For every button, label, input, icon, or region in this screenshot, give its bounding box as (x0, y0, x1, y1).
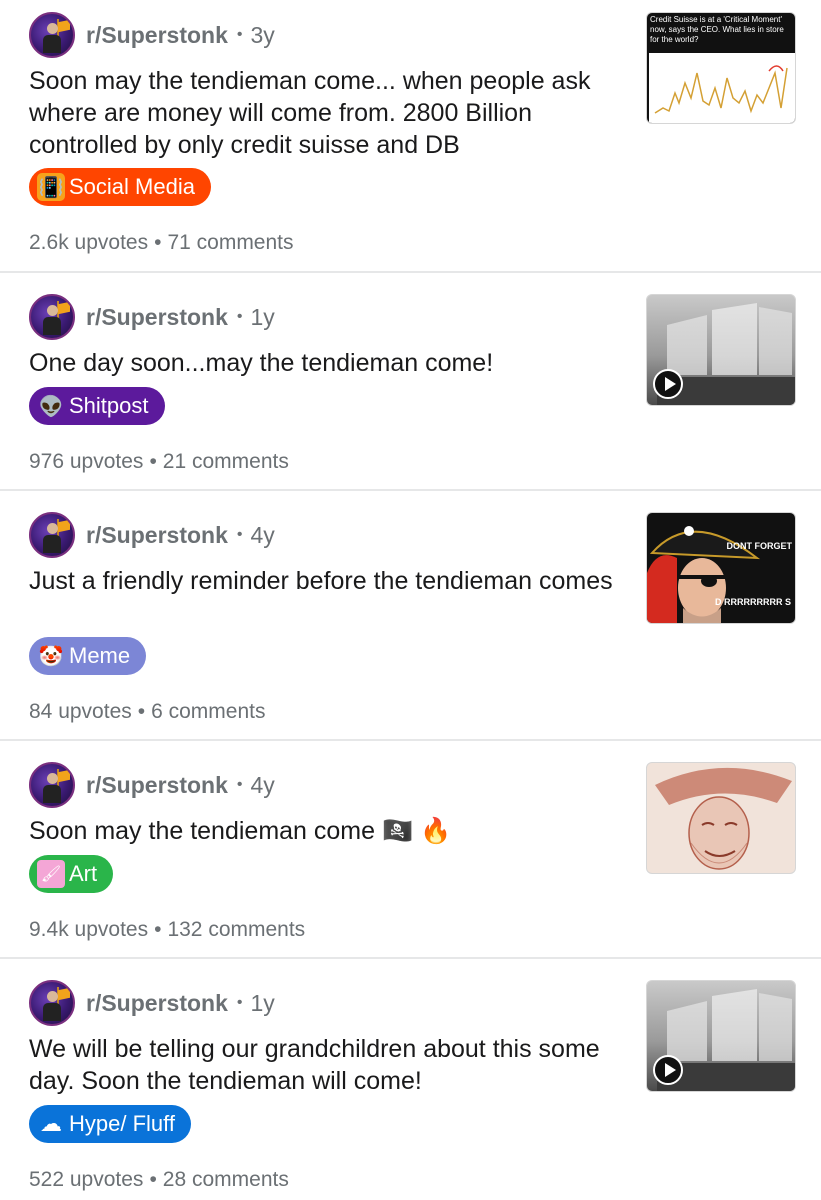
post-title[interactable]: Soon may the tendieman come 🏴‍☠️ 🔥 (29, 815, 614, 847)
alien-icon: 👽 (38, 395, 64, 418)
play-icon[interactable] (653, 369, 683, 399)
meta-separator: • (236, 526, 243, 543)
upvote-count[interactable]: 9.4k upvotes (29, 918, 148, 941)
subreddit-avatar[interactable] (29, 512, 75, 558)
subreddit-avatar[interactable] (29, 12, 75, 58)
stats-separator: • (137, 700, 146, 723)
post-meta: r/Superstonk • 3y (29, 12, 275, 58)
chart-thumbnail-icon (649, 53, 795, 123)
comment-count[interactable]: 21 comments (163, 450, 289, 473)
upvote-count[interactable]: 976 upvotes (29, 450, 143, 473)
clown-face-icon: 🤡 (38, 645, 64, 668)
post-card[interactable]: r/Superstonk • 1y One day soon...may the… (0, 273, 821, 491)
post-flair[interactable]: ☁ Hype/ Fluff (29, 1105, 191, 1143)
pirate-sketch-icon (655, 767, 792, 870)
post-meta: r/Superstonk • 4y (29, 512, 275, 558)
post-age: 1y (250, 303, 275, 330)
comment-count[interactable]: 6 comments (151, 700, 265, 723)
post-card[interactable]: r/Superstonk • 1y We will be telling our… (0, 959, 821, 1200)
post-stats: 84 upvotes • 6 comments (29, 700, 265, 724)
subreddit-avatar[interactable] (29, 980, 75, 1026)
subreddit-name[interactable]: r/Superstonk (86, 772, 228, 799)
paintbrush-icon: 🖌 (37, 860, 65, 888)
post-title[interactable]: One day soon...may the tendieman come! (29, 347, 614, 379)
play-icon[interactable] (653, 1055, 683, 1085)
stats-separator: • (154, 918, 162, 941)
comment-count[interactable]: 71 comments (167, 231, 293, 254)
post-title[interactable]: Soon may the tendieman come... when peop… (29, 65, 614, 161)
post-thumbnail[interactable]: DONT FORGET D RRRRRRRRR S (646, 512, 796, 624)
stats-separator: • (149, 450, 157, 473)
post-age: 3y (250, 21, 275, 48)
post-flair[interactable]: 📳 Social Media (29, 168, 211, 206)
flair-label: Hype/ Fluff (69, 1111, 175, 1136)
meta-separator: • (236, 994, 243, 1011)
thumbnail-caption-bottom: D RRRRRRRRR S (715, 597, 791, 607)
comment-count[interactable]: 28 comments (163, 1168, 289, 1191)
subreddit-name[interactable]: r/Superstonk (86, 990, 228, 1017)
cloud-icon: ☁ (40, 1111, 62, 1136)
stats-separator: • (149, 1168, 157, 1191)
post-flair[interactable]: 🖌 Art (29, 855, 114, 893)
flair-label: Meme (69, 643, 131, 668)
post-card[interactable]: r/Superstonk • 4y Just a friendly remind… (0, 491, 821, 741)
post-feed: r/Superstonk • 3y Soon may the tendieman… (0, 0, 821, 1200)
post-flair[interactable]: 🤡 Meme (29, 637, 147, 675)
post-stats: 9.4k upvotes • 132 comments (29, 918, 305, 942)
post-card[interactable]: r/Superstonk • 3y Soon may the tendieman… (0, 0, 821, 273)
post-stats: 522 upvotes • 28 comments (29, 1168, 289, 1192)
thumbnail-caption-top: DONT FORGET (726, 541, 793, 551)
post-stats: 976 upvotes • 21 comments (29, 450, 289, 474)
upvote-count[interactable]: 2.6k upvotes (29, 231, 148, 254)
upvote-count[interactable]: 522 upvotes (29, 1168, 143, 1191)
post-meta: r/Superstonk • 1y (29, 980, 275, 1026)
subreddit-name[interactable]: r/Superstonk (86, 22, 228, 49)
post-thumbnail[interactable]: Credit Suisse is at a 'Critical Moment' … (646, 12, 796, 124)
post-thumbnail[interactable] (646, 980, 796, 1092)
flair-label: Art (69, 861, 98, 886)
post-flair[interactable]: 👽 Shitpost (29, 387, 165, 425)
phone-vibrate-icon: 📳 (37, 173, 65, 201)
post-thumbnail[interactable] (646, 762, 796, 874)
flair-label: Shitpost (69, 393, 149, 418)
post-age: 4y (250, 771, 275, 798)
meta-separator: • (236, 308, 243, 325)
post-thumbnail[interactable] (646, 294, 796, 406)
comment-count[interactable]: 132 comments (167, 918, 305, 941)
post-meta: r/Superstonk • 4y (29, 762, 275, 808)
subreddit-name[interactable]: r/Superstonk (86, 522, 228, 549)
flair-label: Social Media (69, 174, 195, 199)
post-meta: r/Superstonk • 1y (29, 294, 275, 340)
post-title[interactable]: We will be telling our grandchildren abo… (29, 1033, 614, 1097)
upvote-count[interactable]: 84 upvotes (29, 700, 132, 723)
stats-separator: • (154, 231, 162, 254)
post-age: 4y (250, 521, 275, 548)
meta-separator: • (236, 776, 243, 793)
subreddit-avatar[interactable] (29, 294, 75, 340)
thumbnail-caption: Credit Suisse is at a 'Critical Moment' … (650, 15, 784, 44)
post-stats: 2.6k upvotes • 71 comments (29, 231, 294, 255)
post-title[interactable]: Just a friendly reminder before the tend… (29, 565, 614, 597)
post-card[interactable]: r/Superstonk • 4y Soon may the tendieman… (0, 741, 821, 959)
meta-separator: • (236, 26, 243, 43)
post-age: 1y (250, 989, 275, 1016)
subreddit-avatar[interactable] (29, 762, 75, 808)
pirate-icon (647, 526, 761, 623)
subreddit-name[interactable]: r/Superstonk (86, 304, 228, 331)
